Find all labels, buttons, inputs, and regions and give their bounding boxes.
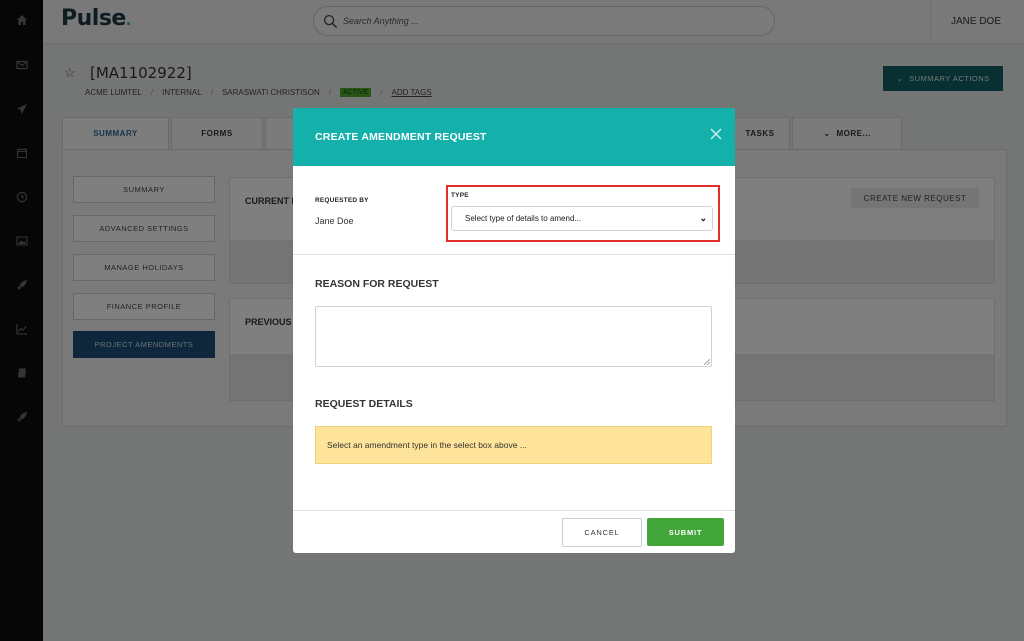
requested-by-label: REQUESTED BY <box>315 197 369 204</box>
divider <box>293 254 735 255</box>
reason-textarea[interactable] <box>315 306 712 367</box>
modal-title: CREATE AMENDMENT REQUEST <box>315 131 487 143</box>
chevron-down-icon: ⌄ <box>699 213 707 223</box>
reason-title: REASON FOR REQUEST <box>315 278 439 290</box>
resize-handle-icon[interactable] <box>704 359 710 365</box>
submit-button[interactable]: SUBMIT <box>647 518 724 546</box>
type-select-value: Select type of details to amend... <box>465 214 582 223</box>
divider <box>293 510 735 511</box>
type-label: TYPE <box>451 192 469 199</box>
amendment-type-select[interactable]: Select type of details to amend... ⌄ <box>451 206 713 231</box>
cancel-button[interactable]: CANCEL <box>562 518 642 547</box>
close-icon[interactable] <box>710 127 724 141</box>
amendment-request-modal: CREATE AMENDMENT REQUEST REQUESTED BY Ja… <box>293 108 735 553</box>
request-details-title: REQUEST DETAILS <box>315 398 413 410</box>
details-notice: Select an amendment type in the select b… <box>315 426 712 464</box>
requested-by-value: Jane Doe <box>315 216 354 226</box>
modal-header: CREATE AMENDMENT REQUEST <box>293 108 735 166</box>
